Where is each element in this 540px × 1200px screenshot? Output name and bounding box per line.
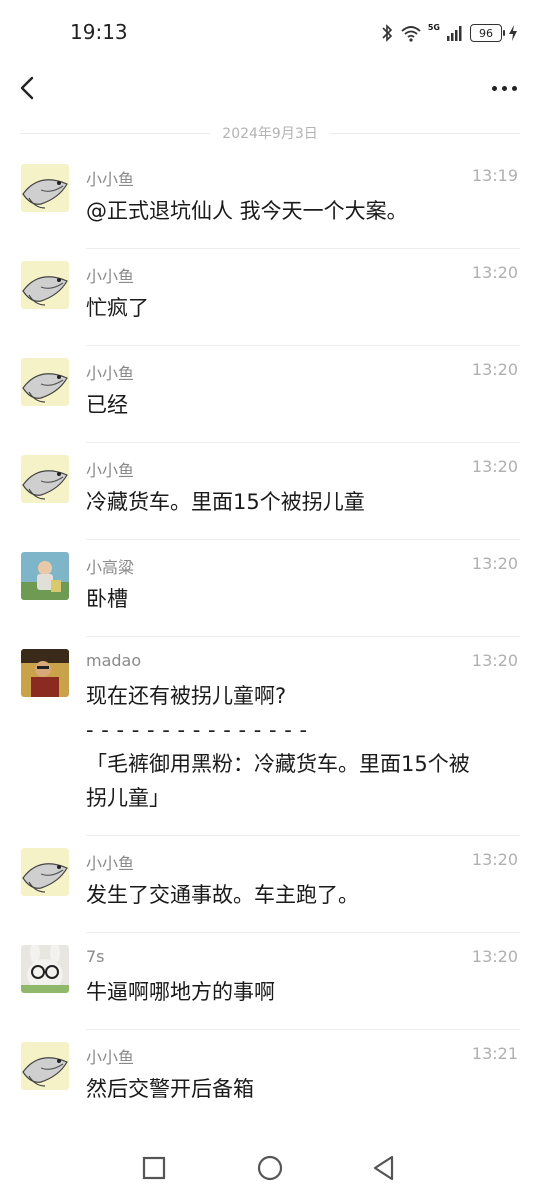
sender-name: 小小鱼 xyxy=(86,1048,135,1067)
message-time: 13:21 xyxy=(471,1044,518,1063)
message-content: 忙疯了 xyxy=(0,249,540,345)
message-time: 13:20 xyxy=(471,554,518,573)
divider-line xyxy=(20,132,211,134)
message-item[interactable]: madao 13:20 现在还有被拐儿童啊? - - - - - - - - - - … xyxy=(0,637,540,835)
message-text: 然后交警开后备箱 xyxy=(86,1077,254,1101)
back-button[interactable] xyxy=(14,72,46,104)
message-item[interactable]: 小小鱼 13:20 冷藏货车。里面15个被拐儿童 xyxy=(0,443,540,539)
sender-name: 7s xyxy=(86,947,105,966)
status-icons: 5G 96 xyxy=(380,20,518,46)
message-time: 13:19 xyxy=(471,166,518,185)
status-time: 19:13 xyxy=(70,20,128,44)
battery-level: 96 xyxy=(479,26,493,40)
message-time: 13:20 xyxy=(471,263,518,282)
message-text: 忙疯了 xyxy=(86,296,149,320)
back-triangle-icon xyxy=(373,1155,394,1181)
sender-name: madao xyxy=(86,651,142,670)
more-button[interactable] xyxy=(484,72,524,104)
message-item[interactable]: 小小鱼 13:19 @正式退坑仙人 我今天一个大案。 xyxy=(0,152,540,248)
message-content: @正式退坑仙人 我今天一个大案。 xyxy=(0,152,540,248)
message-content: 卧槽 xyxy=(0,540,540,636)
network-type-label: 5G xyxy=(427,22,440,32)
sender-name: 小小鱼 xyxy=(86,461,135,480)
charging-icon xyxy=(509,25,517,41)
message-time: 13:20 xyxy=(471,457,518,476)
divider-line xyxy=(329,132,521,134)
message-content: 牛逼啊哪地方的事啊 xyxy=(0,933,540,1029)
wifi-icon xyxy=(401,26,421,42)
message-text: @正式退坑仙人 我今天一个大案。 xyxy=(86,199,408,223)
message-item[interactable]: 小小鱼 13:21 然后交警开后备箱 xyxy=(0,1030,540,1126)
home-button[interactable] xyxy=(250,1148,290,1188)
avatar[interactable] xyxy=(21,358,69,406)
message-text: 「毛裤御用黑粉：冷藏货车。里面15个被 xyxy=(86,752,470,776)
date-label: 2024年9月3日 xyxy=(222,126,318,142)
message-content: 已经 xyxy=(0,346,540,442)
avatar[interactable] xyxy=(21,848,69,896)
message-text: 现在还有被拐儿童啊? xyxy=(86,684,287,708)
date-divider: 2024年9月3日 xyxy=(20,122,521,144)
avatar[interactable] xyxy=(21,552,69,600)
home-icon xyxy=(257,1155,283,1181)
chevron-left-icon xyxy=(20,76,34,100)
message-item[interactable]: 小高粱 13:20 卧槽 xyxy=(0,540,540,636)
message-item[interactable]: 小小鱼 13:20 忙疯了 xyxy=(0,249,540,345)
sender-name: 小小鱼 xyxy=(86,170,135,189)
message-time: 13:20 xyxy=(471,360,518,379)
message-list: 小小鱼 13:19 @正式退坑仙人 我今天一个大案。 小小鱼 13:20 忙疯了 小小鱼 13… xyxy=(0,152,540,1126)
bluetooth-icon xyxy=(382,24,392,42)
sender-name: 小高粱 xyxy=(86,558,135,577)
message-time: 13:20 xyxy=(471,651,518,670)
sender-name: 小小鱼 xyxy=(86,267,135,286)
message-item[interactable]: 小小鱼 13:20 发生了交通事故。车主跑了。 xyxy=(0,836,540,932)
message-text: 卧槽 xyxy=(86,587,128,611)
system-nav-bar xyxy=(0,1140,540,1200)
message-text: 发生了交通事故。车主跑了。 xyxy=(86,883,359,907)
message-time: 13:20 xyxy=(471,850,518,869)
message-text: 牛逼啊哪地方的事啊 xyxy=(86,980,275,1004)
avatar[interactable] xyxy=(21,649,69,697)
message-content: 冷藏货车。里面15个被拐儿童 xyxy=(0,443,540,539)
more-dot xyxy=(501,85,507,91)
recent-apps-icon xyxy=(142,1156,166,1180)
message-time: 13:20 xyxy=(471,947,518,966)
status-bar: 19:13 5G 96 xyxy=(0,0,540,64)
signal-icon xyxy=(447,26,462,41)
message-text: 拐儿童」 xyxy=(86,786,170,810)
sender-name: 小小鱼 xyxy=(86,854,135,873)
message-item[interactable]: 7s 13:20 牛逼啊哪地方的事啊 xyxy=(0,933,540,1029)
message-text: 已经 xyxy=(86,393,128,417)
quote-separator: - - - - - - - - - - - - - - - xyxy=(86,718,308,742)
more-dot xyxy=(511,85,517,91)
avatar[interactable] xyxy=(21,164,69,212)
avatar[interactable] xyxy=(21,945,69,993)
more-dots-icon xyxy=(491,85,497,91)
battery-indicator: 96 xyxy=(470,24,505,42)
avatar[interactable] xyxy=(21,261,69,309)
message-content: 现在还有被拐儿童啊? - - - - - - - - - - - - - - - 「… xyxy=(0,637,540,835)
avatar[interactable] xyxy=(21,455,69,503)
message-text: 冷藏货车。里面15个被拐儿童 xyxy=(86,490,365,514)
message-item[interactable]: 小小鱼 13:20 已经 xyxy=(0,346,540,442)
message-content: 然后交警开后备箱 xyxy=(0,1030,540,1126)
avatar[interactable] xyxy=(21,1042,69,1090)
sender-name: 小小鱼 xyxy=(86,364,135,383)
recent-apps-button[interactable] xyxy=(134,1148,174,1188)
message-content: 发生了交通事故。车主跑了。 xyxy=(0,836,540,932)
back-nav-button[interactable] xyxy=(364,1148,404,1188)
nav-bar xyxy=(0,64,540,112)
